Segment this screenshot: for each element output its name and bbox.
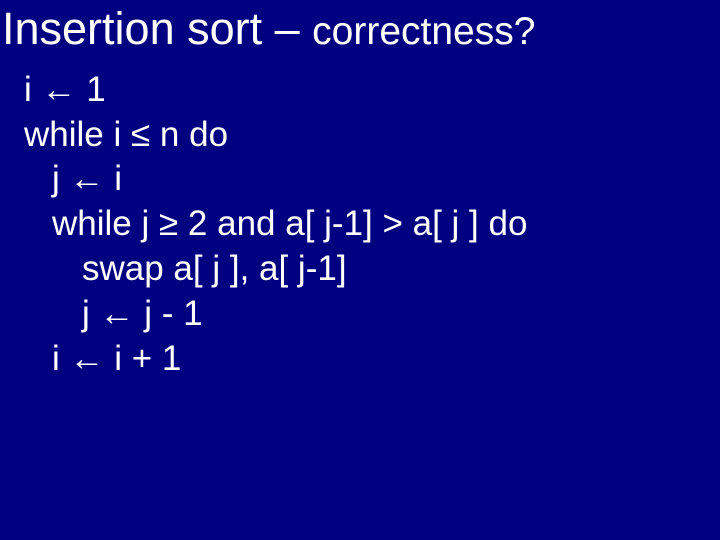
pseudocode-block: i ← 1 while i ≤ n do j ← i while j ≥ 2 a… [0, 68, 720, 382]
code-line-5: swap a[ j ], a[ j-1] [24, 247, 720, 292]
slide: Insertion sort – correctness? i ← 1 whil… [0, 0, 720, 540]
code-line-7: i ← i + 1 [24, 337, 720, 382]
code-line-1: i ← 1 [24, 68, 720, 113]
title-main: Insertion sort – [2, 3, 312, 54]
title-sub: correctness? [312, 10, 535, 53]
slide-title: Insertion sort – correctness? [0, 0, 720, 68]
code-line-4: while j ≥ 2 and a[ j-1] > a[ j ] do [24, 202, 720, 247]
code-line-6: j ← j - 1 [24, 292, 720, 337]
code-line-3: j ← i [24, 157, 720, 202]
code-line-2: while i ≤ n do [24, 113, 720, 158]
